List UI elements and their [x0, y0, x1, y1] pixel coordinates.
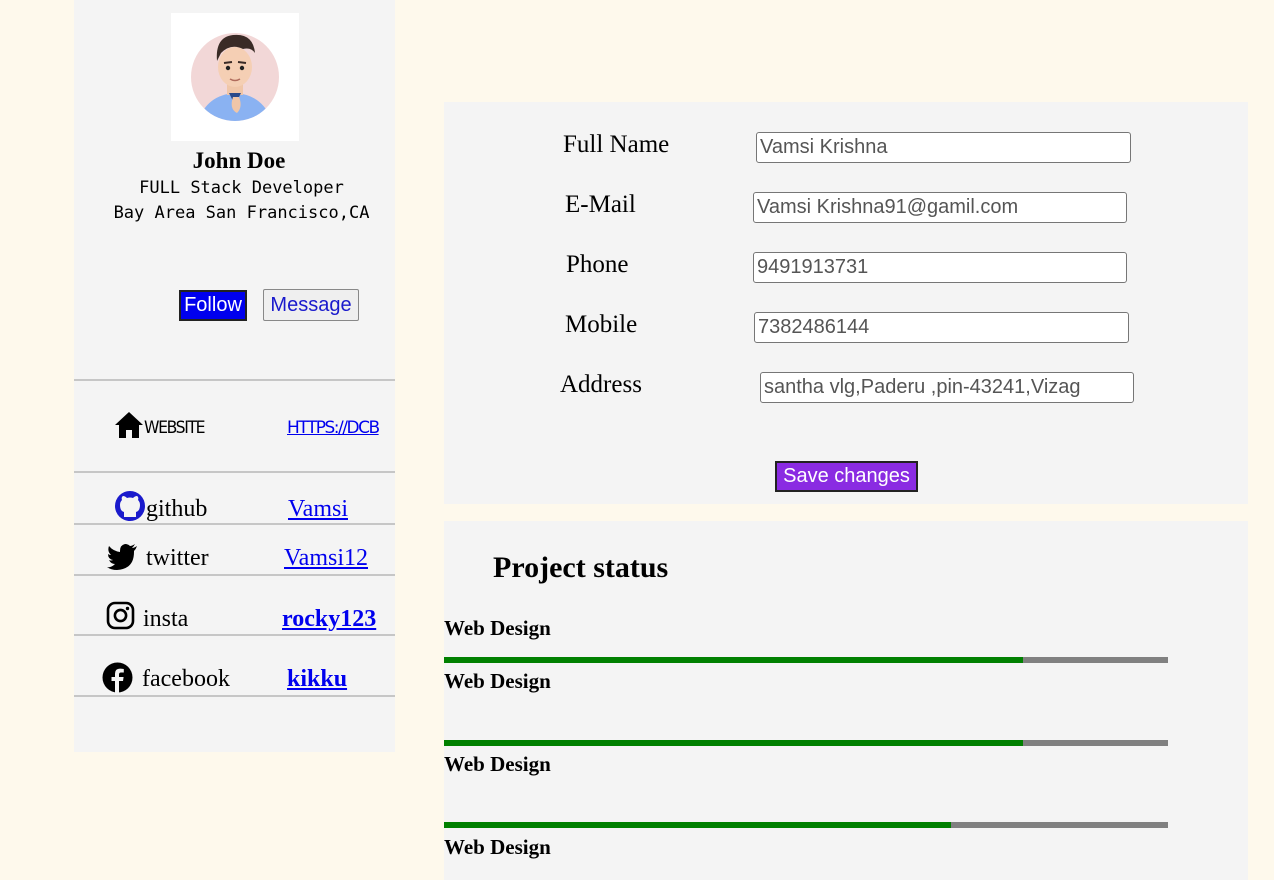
divider — [74, 574, 395, 576]
twitter-label: twitter — [146, 545, 209, 571]
progress-label: Web Design — [444, 835, 551, 859]
progress-fill — [444, 657, 1024, 663]
facebook-link[interactable]: kikku — [287, 666, 347, 693]
facebook-icon — [102, 662, 133, 698]
email-label: E-Mail — [565, 191, 636, 218]
profile-location: Bay Area San Francisco,CA — [113, 203, 370, 223]
github-link[interactable]: Vamsi — [288, 496, 348, 523]
profile-form: Full Name E-Mail Phone Mobile Address Sa… — [444, 102, 1248, 504]
follow-button[interactable]: Follow — [179, 290, 247, 321]
github-icon — [114, 490, 146, 527]
phone-input[interactable] — [753, 252, 1127, 283]
progress-label: Web Design — [444, 752, 551, 776]
avatar-illustration — [191, 33, 279, 121]
phone-label: Phone — [566, 251, 629, 278]
full-name-input[interactable] — [756, 132, 1131, 163]
website-link[interactable]: HTTPS://DCB — [287, 418, 395, 438]
divider — [74, 695, 395, 697]
email-input[interactable] — [753, 192, 1127, 223]
divider — [74, 379, 395, 381]
message-button[interactable]: Message — [263, 289, 359, 321]
project-status-panel: Project status Web Design Web Design Web… — [444, 521, 1248, 880]
progress-label: Web Design — [444, 669, 551, 693]
progress-fill — [444, 822, 951, 828]
insta-label: insta — [143, 606, 189, 632]
home-icon — [114, 411, 144, 444]
avatar — [171, 13, 299, 141]
profile-name: John Doe — [192, 148, 286, 173]
divider — [74, 634, 395, 636]
insta-link[interactable]: rocky123 — [282, 606, 376, 633]
profile-role: FULL Stack Developer — [139, 178, 344, 198]
instagram-icon — [106, 601, 135, 635]
progress-label: Web Design — [444, 616, 551, 640]
mobile-label: Mobile — [565, 311, 638, 338]
save-changes-button[interactable]: Save changes — [775, 461, 918, 492]
divider — [74, 471, 395, 473]
progress-fill — [444, 740, 1024, 746]
project-status-title: Project status — [493, 551, 669, 584]
facebook-label: facebook — [142, 666, 230, 692]
github-label: github — [146, 496, 208, 522]
address-label: Address — [560, 371, 642, 398]
website-label: WEBSITE — [144, 418, 206, 438]
twitter-link[interactable]: Vamsi12 — [284, 545, 368, 572]
twitter-icon — [106, 543, 138, 576]
divider — [74, 523, 395, 525]
progress-bar — [444, 740, 1168, 746]
address-input[interactable] — [760, 372, 1134, 403]
progress-bar — [444, 657, 1168, 663]
mobile-input[interactable] — [754, 312, 1129, 343]
progress-bar — [444, 822, 1168, 828]
full-name-label: Full Name — [563, 131, 670, 158]
profile-card: John Doe FULL Stack Developer Bay Area S… — [74, 0, 395, 752]
